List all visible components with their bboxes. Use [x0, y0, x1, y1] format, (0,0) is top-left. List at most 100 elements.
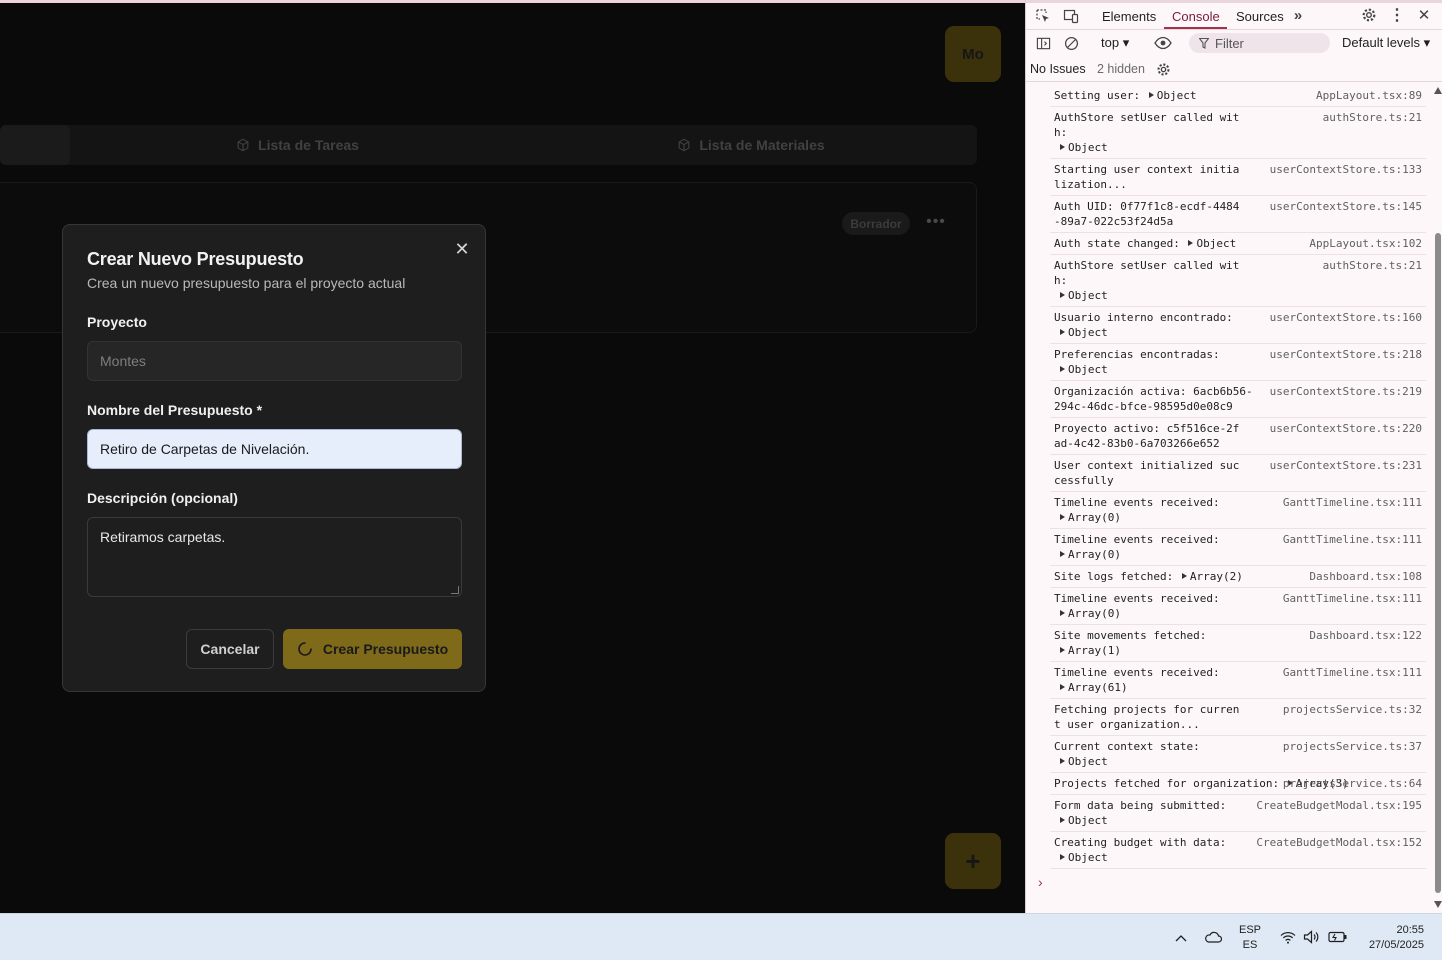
expandable-object[interactable]: Object [1147, 88, 1196, 103]
log-source-link[interactable]: userContextStore.ts:231 [1270, 458, 1422, 473]
device-toggle-icon[interactable] [1062, 7, 1080, 25]
expandable-object[interactable]: Array(0) [1058, 606, 1121, 621]
volume-icon[interactable] [1302, 928, 1322, 946]
log-source-link[interactable]: authStore.ts:21 [1323, 110, 1422, 125]
expandable-object[interactable]: Array(0) [1058, 547, 1121, 562]
log-source-link[interactable]: Dashboard.tsx:108 [1309, 569, 1422, 584]
cube-icon [237, 138, 249, 152]
log-source-link[interactable]: authStore.ts:21 [1323, 258, 1422, 273]
cube-icon [678, 138, 690, 152]
battery-icon[interactable] [1327, 928, 1349, 946]
expandable-object[interactable]: Object [1058, 813, 1108, 828]
tab-sources[interactable]: Sources [1236, 9, 1284, 24]
log-message: AuthStore setUser called with: [1054, 111, 1240, 139]
log-message: Site logs fetched: [1054, 570, 1180, 583]
expandable-object[interactable]: Array(2) [1180, 569, 1243, 584]
log-source-link[interactable]: userContextStore.ts:218 [1270, 347, 1422, 362]
expandable-object[interactable]: Object [1058, 288, 1108, 303]
budget-name-value: Retiro de Carpetas de Nivelación. [100, 441, 310, 457]
log-source-link[interactable]: Dashboard.tsx:122 [1309, 628, 1422, 643]
expandable-object[interactable]: Object [1058, 140, 1108, 155]
log-source-link[interactable]: AppLayout.tsx:89 [1316, 88, 1422, 103]
scroll-up-arrow-icon[interactable] [1434, 87, 1442, 94]
budget-name-input[interactable]: Retiro de Carpetas de Nivelación. [87, 429, 462, 469]
expandable-object[interactable]: Object [1058, 325, 1108, 340]
tab-elements[interactable]: Elements [1102, 9, 1156, 24]
expandable-object[interactable]: Object [1058, 754, 1108, 769]
sidebar-toggle-icon[interactable] [1034, 34, 1052, 52]
log-source-link[interactable]: userContextStore.ts:133 [1270, 162, 1422, 177]
log-source-link[interactable]: GanttTimeline.tsx:111 [1283, 665, 1422, 680]
expandable-object[interactable]: Object [1186, 236, 1236, 251]
log-source-link[interactable]: projectsService.ts:32 [1283, 702, 1422, 717]
create-budget-button[interactable]: Crear Presupuesto [283, 629, 462, 669]
log-message: Creating budget with data: [1054, 836, 1227, 849]
chevron-up-icon[interactable] [1172, 929, 1190, 947]
close-devtools-icon[interactable]: ✕ [1416, 6, 1432, 24]
log-levels-select[interactable]: Default levels ▾ [1342, 35, 1430, 51]
console-settings-gear-icon[interactable] [1154, 60, 1172, 78]
context-select[interactable]: top ▾ [1101, 35, 1129, 51]
tab-label: Lista de Tareas [258, 137, 359, 153]
description-textarea[interactable]: Retiramos carpetas. [87, 517, 462, 597]
log-source-link[interactable]: projectsService.ts:37 [1283, 739, 1422, 754]
close-icon[interactable]: ✕ [453, 240, 471, 258]
log-source-link[interactable]: userContextStore.ts:220 [1270, 421, 1422, 436]
expandable-object[interactable]: Object [1058, 362, 1108, 377]
language-indicator[interactable]: ESP ES [1239, 923, 1261, 953]
console-log-entry: Timeline events received: Array(0) GanttTi… [1050, 529, 1426, 566]
modal-subtitle: Crea un nuevo presupuesto para el proyec… [87, 275, 406, 291]
clear-console-icon[interactable] [1062, 34, 1080, 52]
hidden-count[interactable]: 2 hidden [1097, 62, 1145, 76]
settings-gear-icon[interactable] [1360, 6, 1378, 24]
app-area: Mo Lista de Tareas Lista de Materiales B… [0, 0, 1025, 913]
log-source-link[interactable]: userContextStore.ts:145 [1270, 199, 1422, 214]
filter-input[interactable]: Filter [1189, 33, 1330, 53]
log-source-link[interactable]: AppLayout.tsx:102 [1309, 236, 1422, 251]
inspect-element-icon[interactable] [1034, 7, 1052, 25]
more-horizontal-icon[interactable]: ••• [926, 213, 946, 233]
expandable-object[interactable]: Array(0) [1058, 510, 1121, 525]
modal-title: Crear Nuevo Presupuesto [87, 249, 304, 269]
log-source-link[interactable]: projectsService.ts:64 [1283, 776, 1422, 791]
scroll-down-arrow-icon[interactable] [1434, 901, 1442, 908]
tab-active[interactable] [0, 125, 70, 165]
tab-lista-de-tareas[interactable]: Lista de Tareas [70, 125, 525, 165]
log-source-link[interactable]: GanttTimeline.tsx:111 [1283, 532, 1422, 547]
system-clock[interactable]: 20:55 27/05/2025 [1360, 923, 1424, 953]
log-source-link[interactable]: userContextStore.ts:160 [1270, 310, 1422, 325]
console-scrollbar[interactable] [1433, 85, 1442, 913]
user-avatar-button[interactable]: Mo [945, 26, 1001, 82]
console-log-entry: User context initialized successfully use… [1050, 455, 1426, 492]
expandable-object[interactable]: Array(61) [1058, 680, 1128, 695]
status-badge: Borrador [842, 212, 910, 235]
console-log-entry: Timeline events received: Array(61) GanttT… [1050, 662, 1426, 699]
more-tabs-icon[interactable]: » [1290, 6, 1306, 24]
tab-console[interactable]: Console [1172, 9, 1220, 24]
add-button[interactable]: + [945, 833, 1001, 889]
tab-lista-de-materiales[interactable]: Lista de Materiales [525, 125, 977, 165]
cancel-button[interactable]: Cancelar [186, 629, 274, 669]
project-tabs: Lista de Tareas Lista de Materiales [0, 125, 977, 165]
onedrive-cloud-icon[interactable] [1203, 928, 1223, 946]
eye-icon[interactable] [1153, 34, 1173, 52]
expandable-object[interactable]: Array(1) [1058, 643, 1121, 658]
kebab-menu-icon[interactable]: ⋮ [1389, 6, 1405, 24]
wifi-icon[interactable] [1279, 928, 1297, 946]
expandable-object[interactable]: Object [1058, 850, 1108, 865]
log-message: Starting user context initialization... [1054, 163, 1240, 191]
console-log-entry: Timeline events received: Array(0) GanttTi… [1050, 492, 1426, 529]
log-source-link[interactable]: userContextStore.ts:219 [1270, 384, 1422, 399]
console-log-entry: Form data being submitted: Object CreateBu… [1050, 795, 1426, 832]
log-source-link[interactable]: GanttTimeline.tsx:111 [1283, 495, 1422, 510]
log-message: User context initialized successfully [1054, 459, 1240, 487]
log-message: Timeline events received: [1054, 533, 1220, 546]
log-source-link[interactable]: CreateBudgetModal.tsx:152 [1256, 835, 1422, 850]
resize-handle[interactable] [451, 586, 459, 594]
log-source-link[interactable]: CreateBudgetModal.tsx:195 [1256, 798, 1422, 813]
scroll-thumb[interactable] [1435, 233, 1441, 893]
console-prompt[interactable]: › [1038, 874, 1043, 890]
log-source-link[interactable]: GanttTimeline.tsx:111 [1283, 591, 1422, 606]
issues-count[interactable]: No Issues [1030, 62, 1086, 76]
console-log-entry: AuthStore setUser called with: Object auth… [1050, 255, 1426, 307]
